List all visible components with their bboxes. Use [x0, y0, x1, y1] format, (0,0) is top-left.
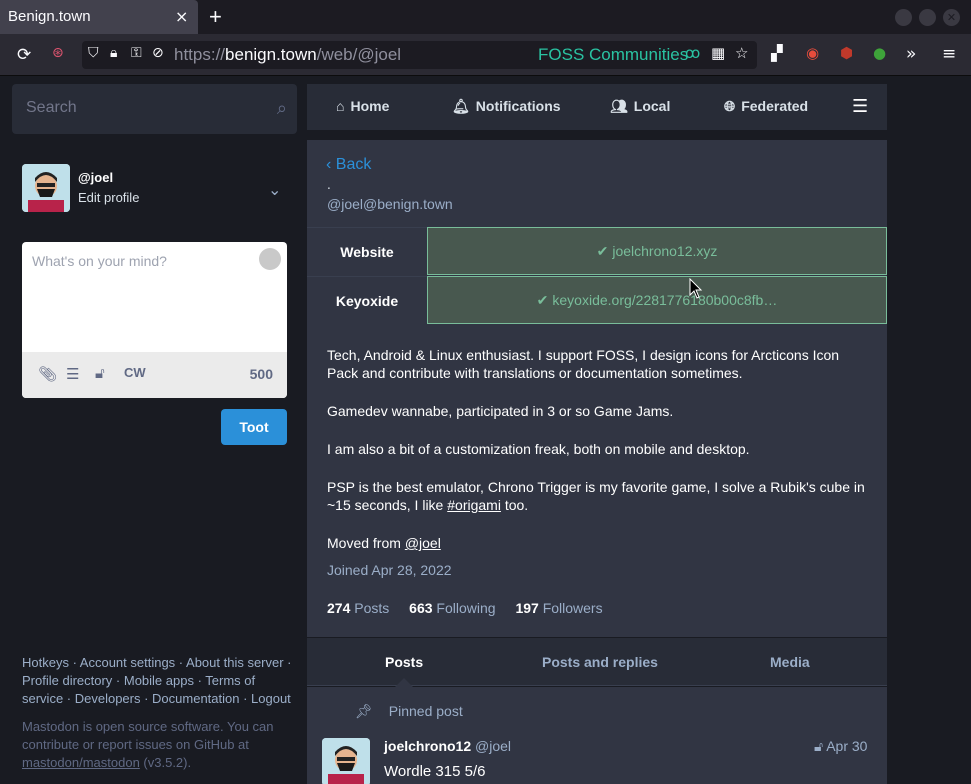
- ublock-icon[interactable]: ⬢: [840, 44, 853, 62]
- screen-share-icon[interactable]: ⊘: [152, 45, 164, 61]
- followers-count[interactable]: 197 Followers: [515, 600, 602, 616]
- account-handle: @joel@benign.town: [327, 196, 453, 212]
- glasses-icon: ꝏ: [685, 44, 701, 62]
- reload-icon[interactable]: ⟳: [17, 45, 31, 65]
- joined-date: Joined Apr 28, 2022: [327, 562, 452, 578]
- tab-close-icon[interactable]: ×: [175, 7, 188, 26]
- unlisted-icon: 🔓︎: [814, 738, 824, 754]
- pinned-label: 📌︎ Pinned post: [355, 703, 463, 719]
- tab-title: Benign.town: [8, 8, 91, 25]
- compose-toolbar: 📎︎ ☰ 🔓︎ CW 500: [22, 352, 287, 398]
- globe-icon: 🌐︎: [724, 98, 736, 114]
- maximize-icon[interactable]: [919, 9, 936, 26]
- toot-button[interactable]: Toot: [221, 409, 287, 445]
- search-box[interactable]: Search ⌕: [12, 84, 297, 134]
- profile-bio: Tech, Android & Linux enthusiast. I supp…: [327, 347, 865, 551]
- post-avatar[interactable]: [322, 738, 370, 784]
- compose-textarea[interactable]: What's on your mind?: [32, 253, 167, 269]
- attachment-icon[interactable]: 📎︎: [38, 365, 57, 383]
- tab-media[interactable]: Media: [770, 654, 810, 670]
- overflow-icon[interactable]: »: [906, 44, 916, 64]
- tab-posts-and-replies[interactable]: Posts and replies: [542, 654, 658, 670]
- character-counter: 500: [249, 366, 273, 382]
- my-handle[interactable]: @joel: [78, 170, 113, 185]
- field-keyoxide-name: Keyoxide: [307, 276, 427, 325]
- privacy-badger-icon[interactable]: ●: [873, 44, 886, 62]
- window-close-icon[interactable]: ✕: [943, 9, 960, 26]
- avatar[interactable]: [22, 164, 70, 212]
- tab-federated[interactable]: 🌐︎ Federated: [724, 98, 808, 115]
- mouse-cursor-icon: [689, 278, 703, 299]
- home-icon: ⌂: [336, 98, 345, 114]
- hashtag-link[interactable]: #origami: [447, 497, 501, 513]
- footer-links[interactable]: Hotkeys · Account settings · About this …: [22, 654, 297, 708]
- verified-check-icon: ✔: [536, 292, 549, 308]
- posts-count[interactable]: 274 Posts: [327, 600, 389, 616]
- post-date[interactable]: 🔓︎ Apr 30: [814, 738, 867, 755]
- post-content: Wordle 315 5/6: [384, 763, 486, 780]
- bell-icon: 🔔︎: [452, 98, 470, 114]
- tab-notifications[interactable]: 🔔︎ Notifications: [452, 98, 561, 115]
- field-keyoxide-value[interactable]: ✔ keyoxide.org/2281776180b00c8fb…: [427, 276, 887, 324]
- field-website-name: Website: [307, 227, 427, 276]
- chevron-left-icon: ‹: [326, 156, 332, 173]
- field-website-value[interactable]: ✔ joelchrono12.xyz: [427, 227, 887, 275]
- tab-posts[interactable]: Posts: [385, 654, 423, 670]
- minimize-icon[interactable]: [895, 9, 912, 26]
- poll-icon[interactable]: ☰: [66, 365, 79, 383]
- search-icon[interactable]: ⌕: [277, 98, 287, 119]
- lock-icon[interactable]: 🔒︎: [110, 45, 117, 61]
- users-icon: 👥︎: [610, 98, 628, 114]
- shield-icon[interactable]: ⛉: [88, 45, 99, 61]
- content-warning-button[interactable]: CW: [124, 365, 146, 380]
- app-menu-icon[interactable]: ≡: [942, 44, 956, 64]
- tab-home[interactable]: ⌂ Home: [336, 98, 389, 114]
- back-button[interactable]: ‹ Back: [326, 156, 371, 174]
- moved-from-link[interactable]: @joel: [405, 535, 441, 551]
- display-name: .: [327, 178, 331, 192]
- following-count[interactable]: 663 Following: [409, 600, 495, 616]
- container-label[interactable]: FOSS Communities: [538, 45, 688, 65]
- emoji-picker-icon[interactable]: [259, 248, 281, 270]
- addon-icon[interactable]: ◉: [806, 44, 819, 62]
- permissions-icon[interactable]: ⚿: [131, 45, 142, 61]
- active-tab-indicator: [395, 678, 413, 687]
- profile-counts: 274 Posts 663 Following 197 Followers: [327, 600, 619, 616]
- privacy-unlock-icon[interactable]: 🔓︎: [95, 365, 105, 382]
- verified-check-icon: ✔: [596, 243, 609, 259]
- footer-about: Mastodon is open source software. You ca…: [22, 719, 274, 770]
- post-author[interactable]: joelchrono12 @joel: [384, 738, 511, 754]
- menu-icon[interactable]: ☰: [852, 96, 868, 117]
- new-tab-icon[interactable]: +: [209, 4, 222, 30]
- pin-icon: 📌︎: [355, 703, 373, 719]
- tab-local[interactable]: 👥︎ Local: [610, 98, 670, 115]
- browser-tab[interactable]: Benign.town ×: [0, 0, 198, 34]
- url-text[interactable]: https://benign.town/web/@joel: [174, 45, 401, 65]
- repo-link[interactable]: mastodon/mastodon: [22, 755, 140, 770]
- browser-tab-bar: Benign.town × + ✕: [0, 0, 971, 34]
- search-input[interactable]: Search: [26, 99, 77, 117]
- chevron-down-icon[interactable]: ⌄: [268, 180, 281, 199]
- account-tabs: Posts Posts and replies Media: [307, 638, 887, 686]
- edit-profile-link[interactable]: Edit profile: [78, 190, 139, 205]
- navigation-tabs: ⌂ Home 🔔︎ Notifications 👥︎ Local 🌐︎ Federate…: [307, 84, 887, 130]
- container-icon[interactable]: ⊛: [52, 45, 64, 61]
- compose-form: What's on your mind? 📎︎ ☰ 🔓︎ CW 500: [22, 242, 287, 398]
- qr-code-icon[interactable]: ▦: [711, 44, 725, 62]
- bookmark-star-icon[interactable]: ☆: [735, 44, 748, 62]
- extensions-icon[interactable]: ▞: [771, 44, 783, 62]
